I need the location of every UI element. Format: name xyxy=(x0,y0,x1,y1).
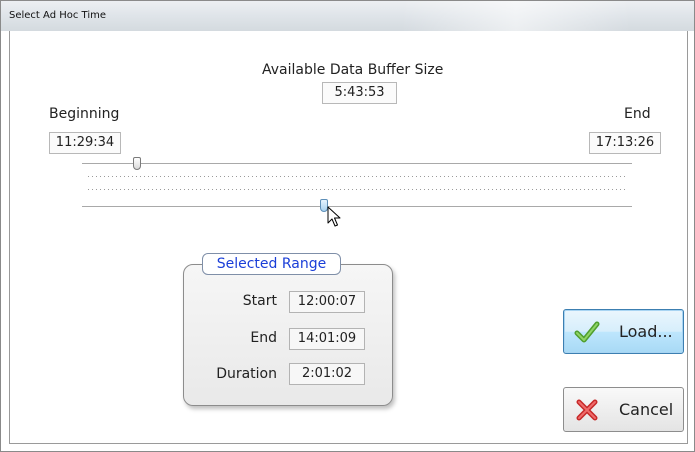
end-value: 17:13:26 xyxy=(589,132,661,154)
duration-label: Duration xyxy=(216,366,277,382)
select-ad-hoc-time-dialog: Select Ad Hoc Time Available Data Buffer… xyxy=(0,0,695,452)
buffer-size-value: 5:43:53 xyxy=(322,82,397,104)
load-button[interactable]: Load... xyxy=(563,309,684,354)
beginning-label: Beginning xyxy=(49,106,120,122)
end-label: End xyxy=(624,106,651,122)
window-title: Select Ad Hoc Time xyxy=(9,10,107,21)
load-button-label: Load... xyxy=(619,322,673,341)
timeline-ticks-upper xyxy=(88,176,628,177)
range-end-value: 14:01:09 xyxy=(289,328,365,350)
lower-slider-track[interactable] xyxy=(82,206,632,207)
title-bar[interactable]: Select Ad Hoc Time xyxy=(1,1,694,31)
check-icon xyxy=(574,321,600,343)
cancel-button[interactable]: Cancel xyxy=(563,387,684,432)
start-label: Start xyxy=(242,293,277,309)
selected-range-title: Selected Range xyxy=(202,253,341,275)
timeline-ticks-lower xyxy=(88,189,628,190)
start-value: 12:00:07 xyxy=(289,291,365,313)
cancel-button-label: Cancel xyxy=(619,400,674,419)
buffer-size-label: Available Data Buffer Size xyxy=(262,62,444,78)
title-bar-glare xyxy=(401,1,631,31)
mouse-pointer-icon xyxy=(327,206,341,227)
upper-slider-track[interactable] xyxy=(82,163,632,164)
duration-value: 2:01:02 xyxy=(289,363,365,385)
range-end-label: End xyxy=(250,330,277,346)
beginning-value: 11:29:34 xyxy=(49,132,121,154)
x-icon xyxy=(576,399,598,421)
upper-slider-thumb[interactable] xyxy=(133,157,141,170)
